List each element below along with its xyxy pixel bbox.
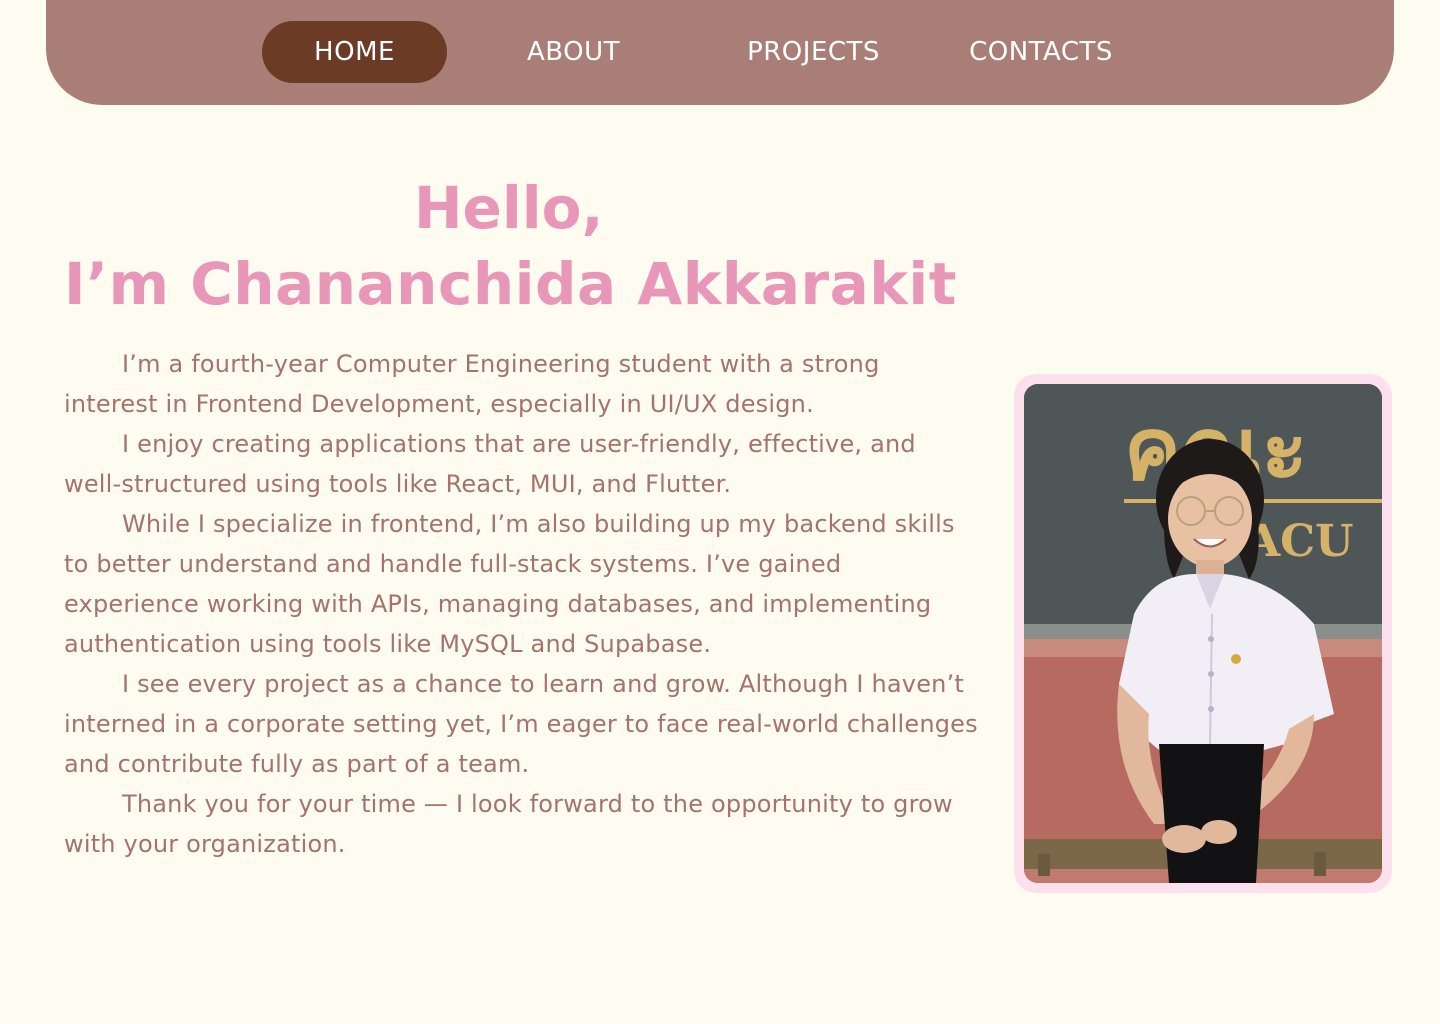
bio-paragraph: I see every project as a chance to learn…: [64, 670, 978, 778]
sign-latin-text: ACU: [1245, 516, 1354, 567]
profile-photo-frame: คณะ ACU: [1014, 374, 1392, 893]
page: HOME ABOUT PROJECTS CONTACTS Hello, I’m …: [0, 0, 1440, 1024]
nav-about-link[interactable]: ABOUT: [481, 21, 666, 83]
bio-paragraph: Thank you for your time — I look forward…: [64, 790, 953, 858]
bio-paragraph: While I specialize in frontend, I’m also…: [64, 510, 955, 658]
nav-projects-link[interactable]: PROJECTS: [721, 21, 906, 83]
nav-home-link[interactable]: HOME: [262, 21, 447, 83]
profile-photo: คณะ ACU: [1024, 384, 1382, 883]
greeting-heading: Hello,: [414, 174, 604, 242]
nav-contacts-link[interactable]: CONTACTS: [946, 21, 1136, 83]
bio-paragraph: I’m a fourth-year Computer Engineering s…: [64, 350, 880, 418]
bio-text: I’m a fourth-year Computer Engineering s…: [64, 344, 979, 864]
name-heading: I’m Chananchida Akkarakit: [64, 250, 957, 318]
top-nav: HOME ABOUT PROJECTS CONTACTS: [46, 0, 1394, 105]
profile-photo-illustration: คณะ ACU: [1024, 384, 1382, 883]
bio-paragraph: I enjoy creating applications that are u…: [64, 430, 916, 498]
